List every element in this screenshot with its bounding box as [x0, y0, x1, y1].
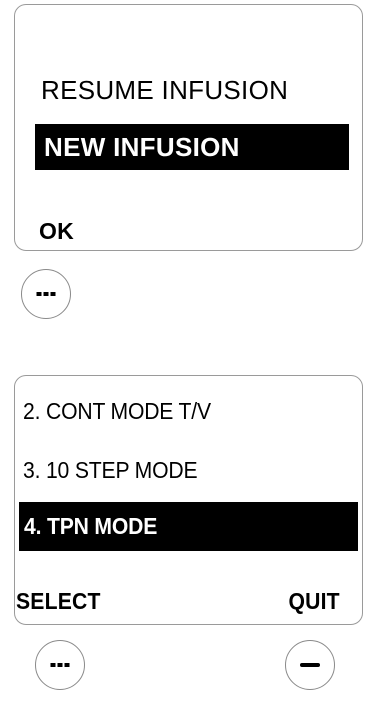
menu-item-resume-infusion[interactable]: RESUME INFUSION	[41, 75, 288, 106]
display-screen-1: RESUME INFUSION NEW INFUSION OK	[14, 4, 363, 251]
soft-key-label-ok: OK	[39, 218, 74, 244]
menu-item-10-step-mode[interactable]: 3. 10 STEP MODE	[23, 457, 198, 484]
dotted-dash-icon	[36, 292, 56, 296]
soft-key-label-select: SELECT	[16, 588, 101, 614]
menu-item-tpn-mode-label: 4. TPN MODE	[24, 513, 158, 539]
menu-item-cont-mode[interactable]: 2. CONT MODE T/V	[23, 398, 211, 425]
soft-key-ok-button[interactable]	[21, 269, 71, 319]
soft-key-quit-button[interactable]	[285, 640, 335, 690]
soft-key-select-button[interactable]	[35, 640, 85, 690]
display-screen-2: 2. CONT MODE T/V 3. 10 STEP MODE 4. TPN …	[14, 375, 363, 625]
menu-item-new-infusion-selected[interactable]: NEW INFUSION	[35, 124, 349, 170]
menu-item-tpn-mode-selected[interactable]: 4. TPN MODE	[19, 502, 358, 551]
soft-key-label-quit: QUIT	[288, 588, 340, 614]
dash-icon	[300, 663, 320, 667]
dotted-dash-icon	[50, 663, 70, 667]
